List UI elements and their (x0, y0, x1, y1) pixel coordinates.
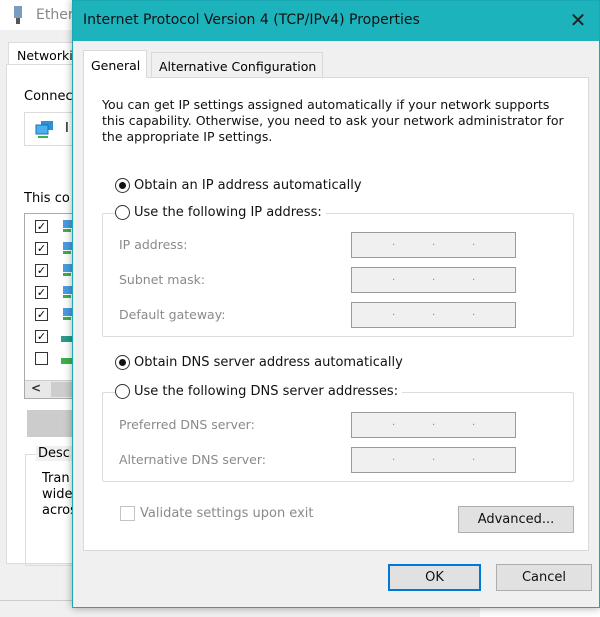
components-label: This co (24, 191, 70, 206)
component-checkbox[interactable]: ✓ (35, 220, 48, 233)
description-label: Desc (36, 446, 72, 461)
close-icon[interactable]: ✕ (563, 7, 593, 35)
subnet-mask-label: Subnet mask: (119, 272, 206, 287)
scroll-left-icon[interactable]: < (31, 381, 41, 395)
adapter-name: I (65, 121, 69, 136)
connect-using-label: Connec (24, 89, 73, 104)
network-adapter-icon (35, 121, 53, 138)
component-checkbox[interactable]: ✓ (35, 308, 48, 321)
cancel-button[interactable]: Cancel (496, 564, 592, 591)
use-following-ip-label: Use the following IP address: (134, 205, 322, 220)
component-icon (63, 264, 73, 276)
tab-general[interactable]: General (83, 50, 148, 78)
alternative-dns-input[interactable]: ... (351, 447, 516, 473)
component-icon (61, 336, 73, 342)
default-gateway-label: Default gateway: (119, 307, 226, 322)
use-following-ip-radio[interactable]: Use the following IP address: (115, 205, 326, 220)
component-icon (61, 358, 73, 364)
general-tab-panel: You can get IP settings assigned automat… (83, 77, 589, 551)
dns-server-group: Preferred DNS server: ... Alternative DN… (102, 392, 574, 482)
component-checkbox[interactable]: ✓ (35, 330, 48, 343)
preferred-dns-input[interactable]: ... (351, 412, 516, 438)
use-following-dns-radio[interactable]: Use the following DNS server addresses: (115, 384, 403, 399)
obtain-ip-auto-radio[interactable]: Obtain an IP address automatically (115, 178, 366, 193)
radio-unselected-icon (115, 205, 130, 220)
obtain-dns-auto-radio[interactable]: Obtain DNS server address automatically (115, 355, 407, 370)
component-checkbox[interactable]: ✓ (35, 286, 48, 299)
component-checkbox[interactable]: ✓ (35, 264, 48, 277)
component-checkbox[interactable] (35, 352, 48, 365)
advanced-button[interactable]: Advanced... (458, 506, 574, 533)
tab-alternative-configuration[interactable]: Alternative Configuration (151, 52, 324, 79)
dialog-title: Internet Protocol Version 4 (TCP/IPv4) P… (83, 12, 420, 28)
ip-address-input[interactable]: ... (351, 232, 516, 258)
checkbox-icon (120, 506, 135, 521)
preferred-dns-label: Preferred DNS server: (119, 417, 255, 432)
dialog-titlebar[interactable]: Internet Protocol Version 4 (TCP/IPv4) P… (73, 1, 599, 41)
obtain-dns-auto-label: Obtain DNS server address automatically (134, 355, 403, 370)
component-checkbox[interactable]: ✓ (35, 242, 48, 255)
ip-address-group: IP address: ... Subnet mask: ... Default… (102, 213, 574, 337)
obtain-ip-auto-label: Obtain an IP address automatically (134, 178, 362, 193)
alternative-dns-label: Alternative DNS server: (119, 452, 266, 467)
radio-selected-icon (115, 178, 130, 193)
subnet-mask-input[interactable]: ... (351, 267, 516, 293)
use-following-dns-label: Use the following DNS server addresses: (134, 384, 399, 399)
default-gateway-input[interactable]: ... (351, 302, 516, 328)
validate-settings-label: Validate settings upon exit (140, 506, 314, 521)
component-icon (63, 308, 73, 320)
ok-button[interactable]: OK (388, 564, 481, 591)
background-window-title: Ether (36, 7, 74, 23)
intro-text: You can get IP settings assigned automat… (102, 97, 564, 144)
radio-unselected-icon (115, 384, 130, 399)
ethernet-icon (14, 6, 22, 24)
ipv4-properties-dialog: Internet Protocol Version 4 (TCP/IPv4) P… (72, 0, 600, 608)
component-icon (63, 220, 73, 232)
radio-selected-icon (115, 355, 130, 370)
validate-settings-checkbox[interactable]: Validate settings upon exit (120, 506, 313, 521)
ip-address-label: IP address: (119, 237, 188, 252)
component-icon (63, 242, 73, 254)
component-icon (63, 286, 73, 298)
